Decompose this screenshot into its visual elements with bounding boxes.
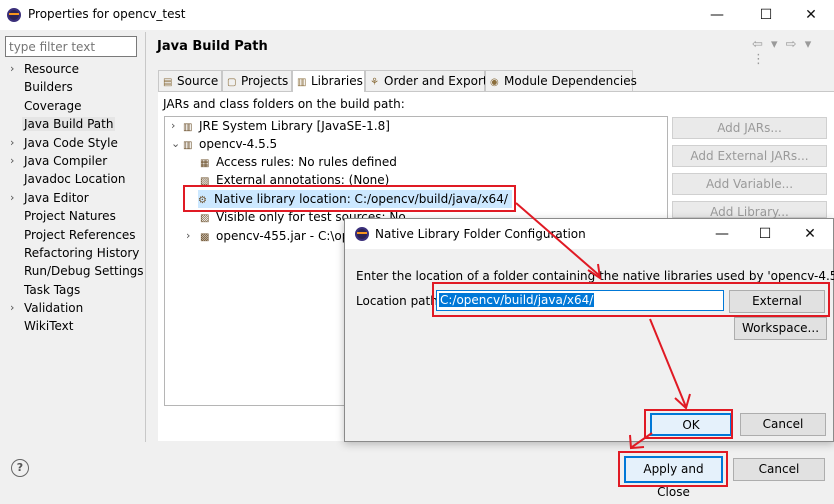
dialog-cancel-button[interactable]: Cancel xyxy=(740,413,826,436)
project-icon: ▢ xyxy=(227,77,237,88)
chevron-right-icon[interactable]: › xyxy=(10,134,14,152)
source-folder-icon: ▤ xyxy=(163,77,173,88)
tab-source[interactable]: ▤ Source xyxy=(158,70,222,91)
chevron-right-icon[interactable]: › xyxy=(10,152,14,170)
sidebar-item-project-references[interactable]: Project References xyxy=(0,226,145,244)
sidebar-item-label: Refactoring History xyxy=(24,245,140,260)
sidebar-item-label: Resource xyxy=(24,62,80,76)
page-title: Java Build Path xyxy=(157,39,268,54)
sidebar-item-java-build-path[interactable]: Java Build Path xyxy=(0,115,145,133)
sidebar-item-label: WikiText xyxy=(24,319,74,334)
sidebar-item-label: Java Editor xyxy=(24,190,89,205)
sidebar-item-coverage[interactable]: Coverage xyxy=(0,97,145,115)
sidebar-item-label: Project References xyxy=(24,227,136,242)
sidebar-item-project-natures[interactable]: Project Natures xyxy=(0,207,145,225)
add-variable-button[interactable]: Add Variable... xyxy=(672,173,827,195)
tab-label: Libraries xyxy=(311,74,363,88)
sidebar-item-java-editor[interactable]: › Java Editor xyxy=(0,189,145,207)
native-library-highlight xyxy=(183,185,516,212)
chevron-down-icon[interactable]: ⌄ xyxy=(171,135,181,153)
filter-input[interactable] xyxy=(5,36,137,57)
tab-order-and-export[interactable]: ⚘ Order and Export xyxy=(365,70,488,91)
chevron-right-icon[interactable]: › xyxy=(186,227,196,245)
sidebar-item-label: Task Tags xyxy=(24,282,81,297)
eclipse-icon xyxy=(355,227,369,241)
add-jars-button[interactable]: Add JARs... xyxy=(672,117,827,139)
close-button[interactable]: ✕ xyxy=(788,0,834,30)
minimize-button[interactable]: — xyxy=(694,0,740,30)
apply-close-highlight xyxy=(618,451,728,487)
ok-highlight xyxy=(644,409,733,439)
sidebar-item-label: Java Compiler xyxy=(24,153,108,168)
tree-item-jre[interactable]: › ▥ JRE System Library [JavaSE-1.8] xyxy=(171,117,390,135)
tab-module-dependencies[interactable]: ◉ Module Dependencies xyxy=(485,70,637,91)
add-library-button[interactable]: Add Library... xyxy=(672,201,827,219)
chevron-right-icon[interactable]: › xyxy=(10,189,14,207)
sidebar-item-run-debug-settings[interactable]: Run/Debug Settings xyxy=(0,262,145,280)
properties-window: Properties for opencv_test — ☐ ✕ › Resour… xyxy=(0,0,834,499)
dialog-close-button[interactable]: ✕ xyxy=(787,219,833,249)
library-icon: ▥ xyxy=(297,77,307,88)
dialog-title-bar: Native Library Folder Configuration — ☐ … xyxy=(345,219,833,249)
tree-item-label: JRE System Library [JavaSE-1.8] xyxy=(199,119,390,133)
sidebar-item-label: Builders xyxy=(24,80,73,95)
help-icon[interactable]: ? xyxy=(11,459,29,477)
sidebar-nav: › Resource Builders Coverage Java Build P… xyxy=(0,60,145,336)
tree-item-jar[interactable]: › ▩ opencv-455.jar - C:\ope xyxy=(186,227,357,245)
native-library-dialog: Native Library Folder Configuration — ☐ … xyxy=(344,218,834,442)
title-bar: Properties for opencv_test — ☐ ✕ xyxy=(0,0,834,30)
jar-icon: ▩ xyxy=(200,232,210,243)
sidebar-item-resource[interactable]: › Resource xyxy=(0,60,145,78)
chevron-right-icon[interactable]: › xyxy=(171,117,181,135)
dialog-maximize-button[interactable]: ☐ xyxy=(742,219,788,249)
workspace-button[interactable]: Workspace... xyxy=(734,317,827,340)
add-external-jars-button[interactable]: Add External JARs... xyxy=(672,145,827,167)
tab-label: Projects xyxy=(241,74,289,88)
sidebar-item-label: Validation xyxy=(24,301,84,316)
eclipse-icon xyxy=(7,8,21,22)
sidebar-item-label: Javadoc Location xyxy=(24,172,126,187)
sidebar-item-label: Project Natures xyxy=(24,209,116,224)
dialog-minimize-button[interactable]: — xyxy=(699,219,745,249)
sidebar-item-java-compiler[interactable]: › Java Compiler xyxy=(0,152,145,170)
dialog-title: Native Library Folder Configuration xyxy=(375,227,586,241)
sidebar-item-refactoring-history[interactable]: Refactoring History xyxy=(0,244,145,262)
dialog-prompt: Enter the location of a folder containin… xyxy=(356,269,834,283)
sidebar-item-label: Coverage xyxy=(24,98,82,113)
maximize-button[interactable]: ☐ xyxy=(743,0,789,30)
sidebar-item-label: Run/Debug Settings xyxy=(24,264,144,279)
sidebar-item-java-code-style[interactable]: › Java Code Style xyxy=(0,134,145,152)
tree-item-label: opencv-455.jar - C:\ope xyxy=(216,229,357,243)
test-icon: ▨ xyxy=(200,213,210,224)
tab-libraries[interactable]: ▥ Libraries xyxy=(292,70,365,92)
location-path-label: Location path: xyxy=(356,294,442,308)
tab-label: Order and Export xyxy=(384,74,488,88)
sidebar-item-builders[interactable]: Builders xyxy=(0,78,145,96)
location-path-highlight xyxy=(432,282,830,317)
library-icon: ▥ xyxy=(183,140,193,151)
module-icon: ◉ xyxy=(490,77,499,88)
chevron-right-icon[interactable]: › xyxy=(10,299,14,317)
sidebar-item-label: Java Build Path xyxy=(22,117,116,132)
tree-item-label: opencv-4.5.5 xyxy=(199,137,278,151)
sidebar-item-wikitext[interactable]: WikiText xyxy=(0,317,145,335)
chevron-right-icon[interactable]: › xyxy=(10,60,14,78)
sidebar-item-label: Java Code Style xyxy=(24,135,118,150)
tab-label: Module Dependencies xyxy=(504,74,637,88)
sidebar-divider[interactable] xyxy=(145,32,146,442)
order-export-icon: ⚘ xyxy=(370,77,379,88)
sidebar-item-validation[interactable]: › Validation xyxy=(0,299,145,317)
tree-item-label: Access rules: No rules defined xyxy=(216,155,397,169)
tree-item-opencv[interactable]: ⌄ ▥ opencv-4.5.5 xyxy=(171,135,277,153)
history-nav-arrows-icon[interactable]: ⇦ ▾ ⇨ ▾ ⋮ xyxy=(752,37,834,67)
jars-label: JARs and class folders on the build path… xyxy=(163,97,405,111)
tab-projects[interactable]: ▢ Projects xyxy=(222,70,292,91)
tree-item-access-rules[interactable]: ▦ Access rules: No rules defined xyxy=(200,153,397,171)
cancel-button[interactable]: Cancel xyxy=(733,458,825,481)
sidebar-item-task-tags[interactable]: Task Tags xyxy=(0,281,145,299)
window-title: Properties for opencv_test xyxy=(28,7,186,21)
tab-label: Source xyxy=(177,74,219,88)
sidebar-item-javadoc-location[interactable]: Javadoc Location xyxy=(0,170,145,188)
